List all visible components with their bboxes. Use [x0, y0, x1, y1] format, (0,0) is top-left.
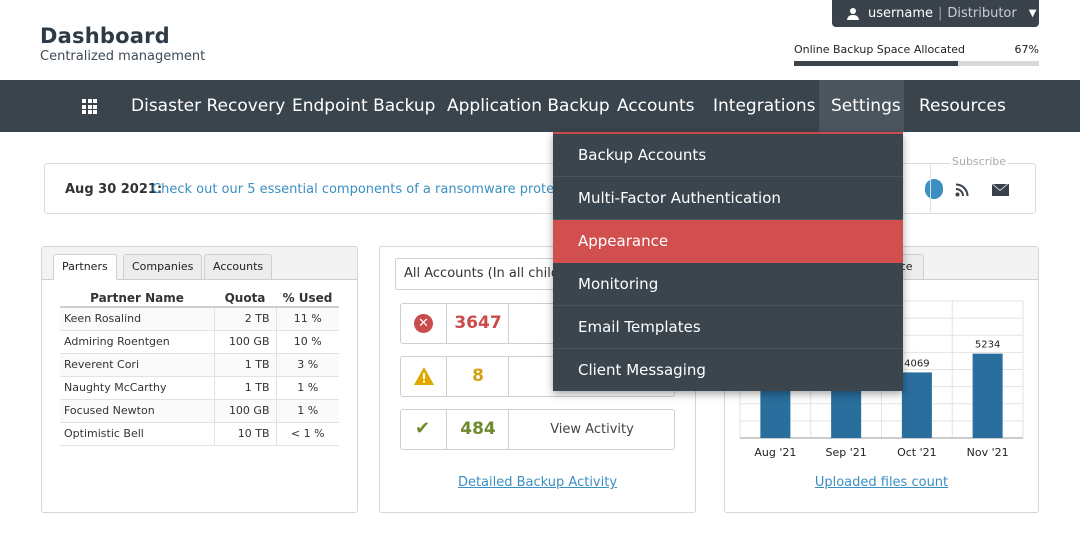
backup-space-indicator: Online Backup Space Allocated 67% [794, 43, 1039, 66]
success-icon-cell: ✔ [401, 410, 447, 449]
partner-used: < 1 % [276, 422, 339, 446]
success-view-link[interactable]: View Activity [509, 410, 675, 449]
partner-quota: 100 GB [213, 399, 277, 423]
menu-item-appearance[interactable]: Appearance [553, 220, 903, 263]
announcement-date: Aug 30 2021: [65, 182, 163, 197]
chart-bar[interactable] [972, 353, 1003, 438]
caret-down-icon: ▼ [1028, 8, 1037, 19]
bar-data-label: 4069 [904, 358, 929, 369]
error-icon-cell: ✕ [401, 304, 447, 343]
main-nav: Disaster Recovery Endpoint Backup Applic… [0, 80, 1080, 132]
announcement-link[interactable]: Check out our 5 essential components of … [152, 182, 586, 197]
nav-integrations[interactable]: Integrations [713, 80, 816, 132]
partner-used: 10 % [276, 330, 339, 354]
bar-data-label: 5234 [975, 340, 1000, 351]
table-row[interactable]: Admiring Roentgen 100 GB 10 % [60, 330, 339, 354]
partner-name: Naughty McCarthy [60, 376, 214, 400]
backup-space-bar-fill [794, 61, 959, 66]
nav-resources[interactable]: Resources [919, 80, 1006, 132]
nav-disaster-recovery[interactable]: Disaster Recovery [131, 80, 285, 132]
partners-tabs: Partners Companies Accounts [42, 247, 357, 280]
user-menu-button[interactable]: username | Distributor ▼ [832, 0, 1039, 27]
page-subtitle: Centralized management [40, 49, 206, 64]
warning-icon-cell [401, 357, 447, 396]
partner-name: Optimistic Bell [60, 422, 214, 446]
error-count: 3647 [448, 304, 509, 343]
partner-quota: 100 GB [213, 330, 277, 354]
warning-icon [414, 367, 434, 385]
partner-name: Focused Newton [60, 399, 214, 423]
chart-bar[interactable] [901, 372, 932, 438]
username-label: username [868, 6, 933, 21]
apps-grid-icon[interactable] [82, 99, 97, 114]
tab-partners[interactable]: Partners [53, 254, 117, 280]
partner-quota: 1 TB [213, 353, 277, 377]
success-stat[interactable]: ✔ 484 View Activity [400, 409, 675, 450]
x-tick-label: Aug '21 [754, 446, 796, 459]
partner-used: 1 % [276, 376, 339, 400]
menu-item-backup-accounts[interactable]: Backup Accounts [553, 134, 903, 177]
nav-endpoint-backup[interactable]: Endpoint Backup [292, 80, 435, 132]
partners-table: Partner Name Quota % Used Keen Rosalind … [60, 289, 339, 446]
x-tick-label: Sep '21 [826, 446, 867, 459]
backup-space-label: Online Backup Space Allocated [794, 43, 966, 56]
menu-item-client-messaging[interactable]: Client Messaging [553, 349, 903, 392]
table-row[interactable]: Focused Newton 100 GB 1 % [60, 399, 339, 423]
column-header[interactable]: % Used [276, 289, 339, 308]
nav-accounts[interactable]: Accounts [617, 80, 695, 132]
partners-panel: Partners Companies Accounts Partner Name… [41, 246, 358, 513]
partner-name: Reverent Cori [60, 353, 214, 377]
menu-item-monitoring[interactable]: Monitoring [553, 263, 903, 306]
partner-quota: 10 TB [213, 422, 277, 446]
mail-icon[interactable] [992, 184, 1009, 196]
detailed-backup-activity-link[interactable]: Detailed Backup Activity [380, 475, 695, 490]
tab-accounts[interactable]: Accounts [204, 254, 273, 280]
user-role: Distributor [947, 6, 1017, 21]
table-row[interactable]: Keen Rosalind 2 TB 11 % [60, 307, 339, 331]
table-row[interactable]: Naughty McCarthy 1 TB 1 % [60, 376, 339, 400]
partner-used: 11 % [276, 307, 339, 331]
brand: Dashboard Centralized management [40, 24, 205, 64]
menu-item-email-templates[interactable]: Email Templates [553, 306, 903, 349]
settings-dropdown-menu: Backup Accounts Multi-Factor Authenticat… [553, 132, 903, 391]
warning-count: 8 [448, 357, 509, 396]
rss-icon[interactable] [955, 183, 969, 197]
uploaded-files-count-link[interactable]: Uploaded files count [725, 475, 1038, 490]
page-title: Dashboard [40, 24, 170, 48]
column-header[interactable]: Partner Name [60, 289, 214, 308]
x-tick-label: Nov '21 [967, 446, 1009, 459]
error-icon: ✕ [414, 314, 433, 333]
table-row[interactable]: Optimistic Bell 10 TB < 1 % [60, 422, 339, 446]
partner-name: Admiring Roentgen [60, 330, 214, 354]
tab-companies[interactable]: Companies [123, 254, 203, 280]
check-icon: ✔ [415, 418, 431, 439]
table-row[interactable]: Reverent Cori 1 TB 3 % [60, 353, 339, 377]
announcement-badge[interactable] [925, 179, 943, 199]
subscribe-label: Subscribe [950, 155, 1009, 168]
menu-item-multi-factor-authentication[interactable]: Multi-Factor Authentication [553, 177, 903, 220]
user-separator: | [938, 6, 943, 21]
user-icon [846, 7, 862, 21]
nav-settings[interactable]: Settings [819, 80, 904, 132]
backup-space-bar [794, 61, 1039, 66]
partner-quota: 1 TB [213, 376, 277, 400]
subscribe-divider [930, 164, 931, 213]
partner-used: 3 % [276, 353, 339, 377]
nav-application-backup[interactable]: Application Backup [447, 80, 610, 132]
x-tick-label: Oct '21 [897, 446, 937, 459]
backup-space-percent: 67% [1014, 43, 1039, 56]
partner-quota: 2 TB [213, 307, 277, 331]
column-header[interactable]: Quota [214, 289, 276, 308]
partner-used: 1 % [276, 399, 339, 423]
success-count: 484 [448, 410, 509, 449]
partner-name: Keen Rosalind [60, 307, 214, 331]
